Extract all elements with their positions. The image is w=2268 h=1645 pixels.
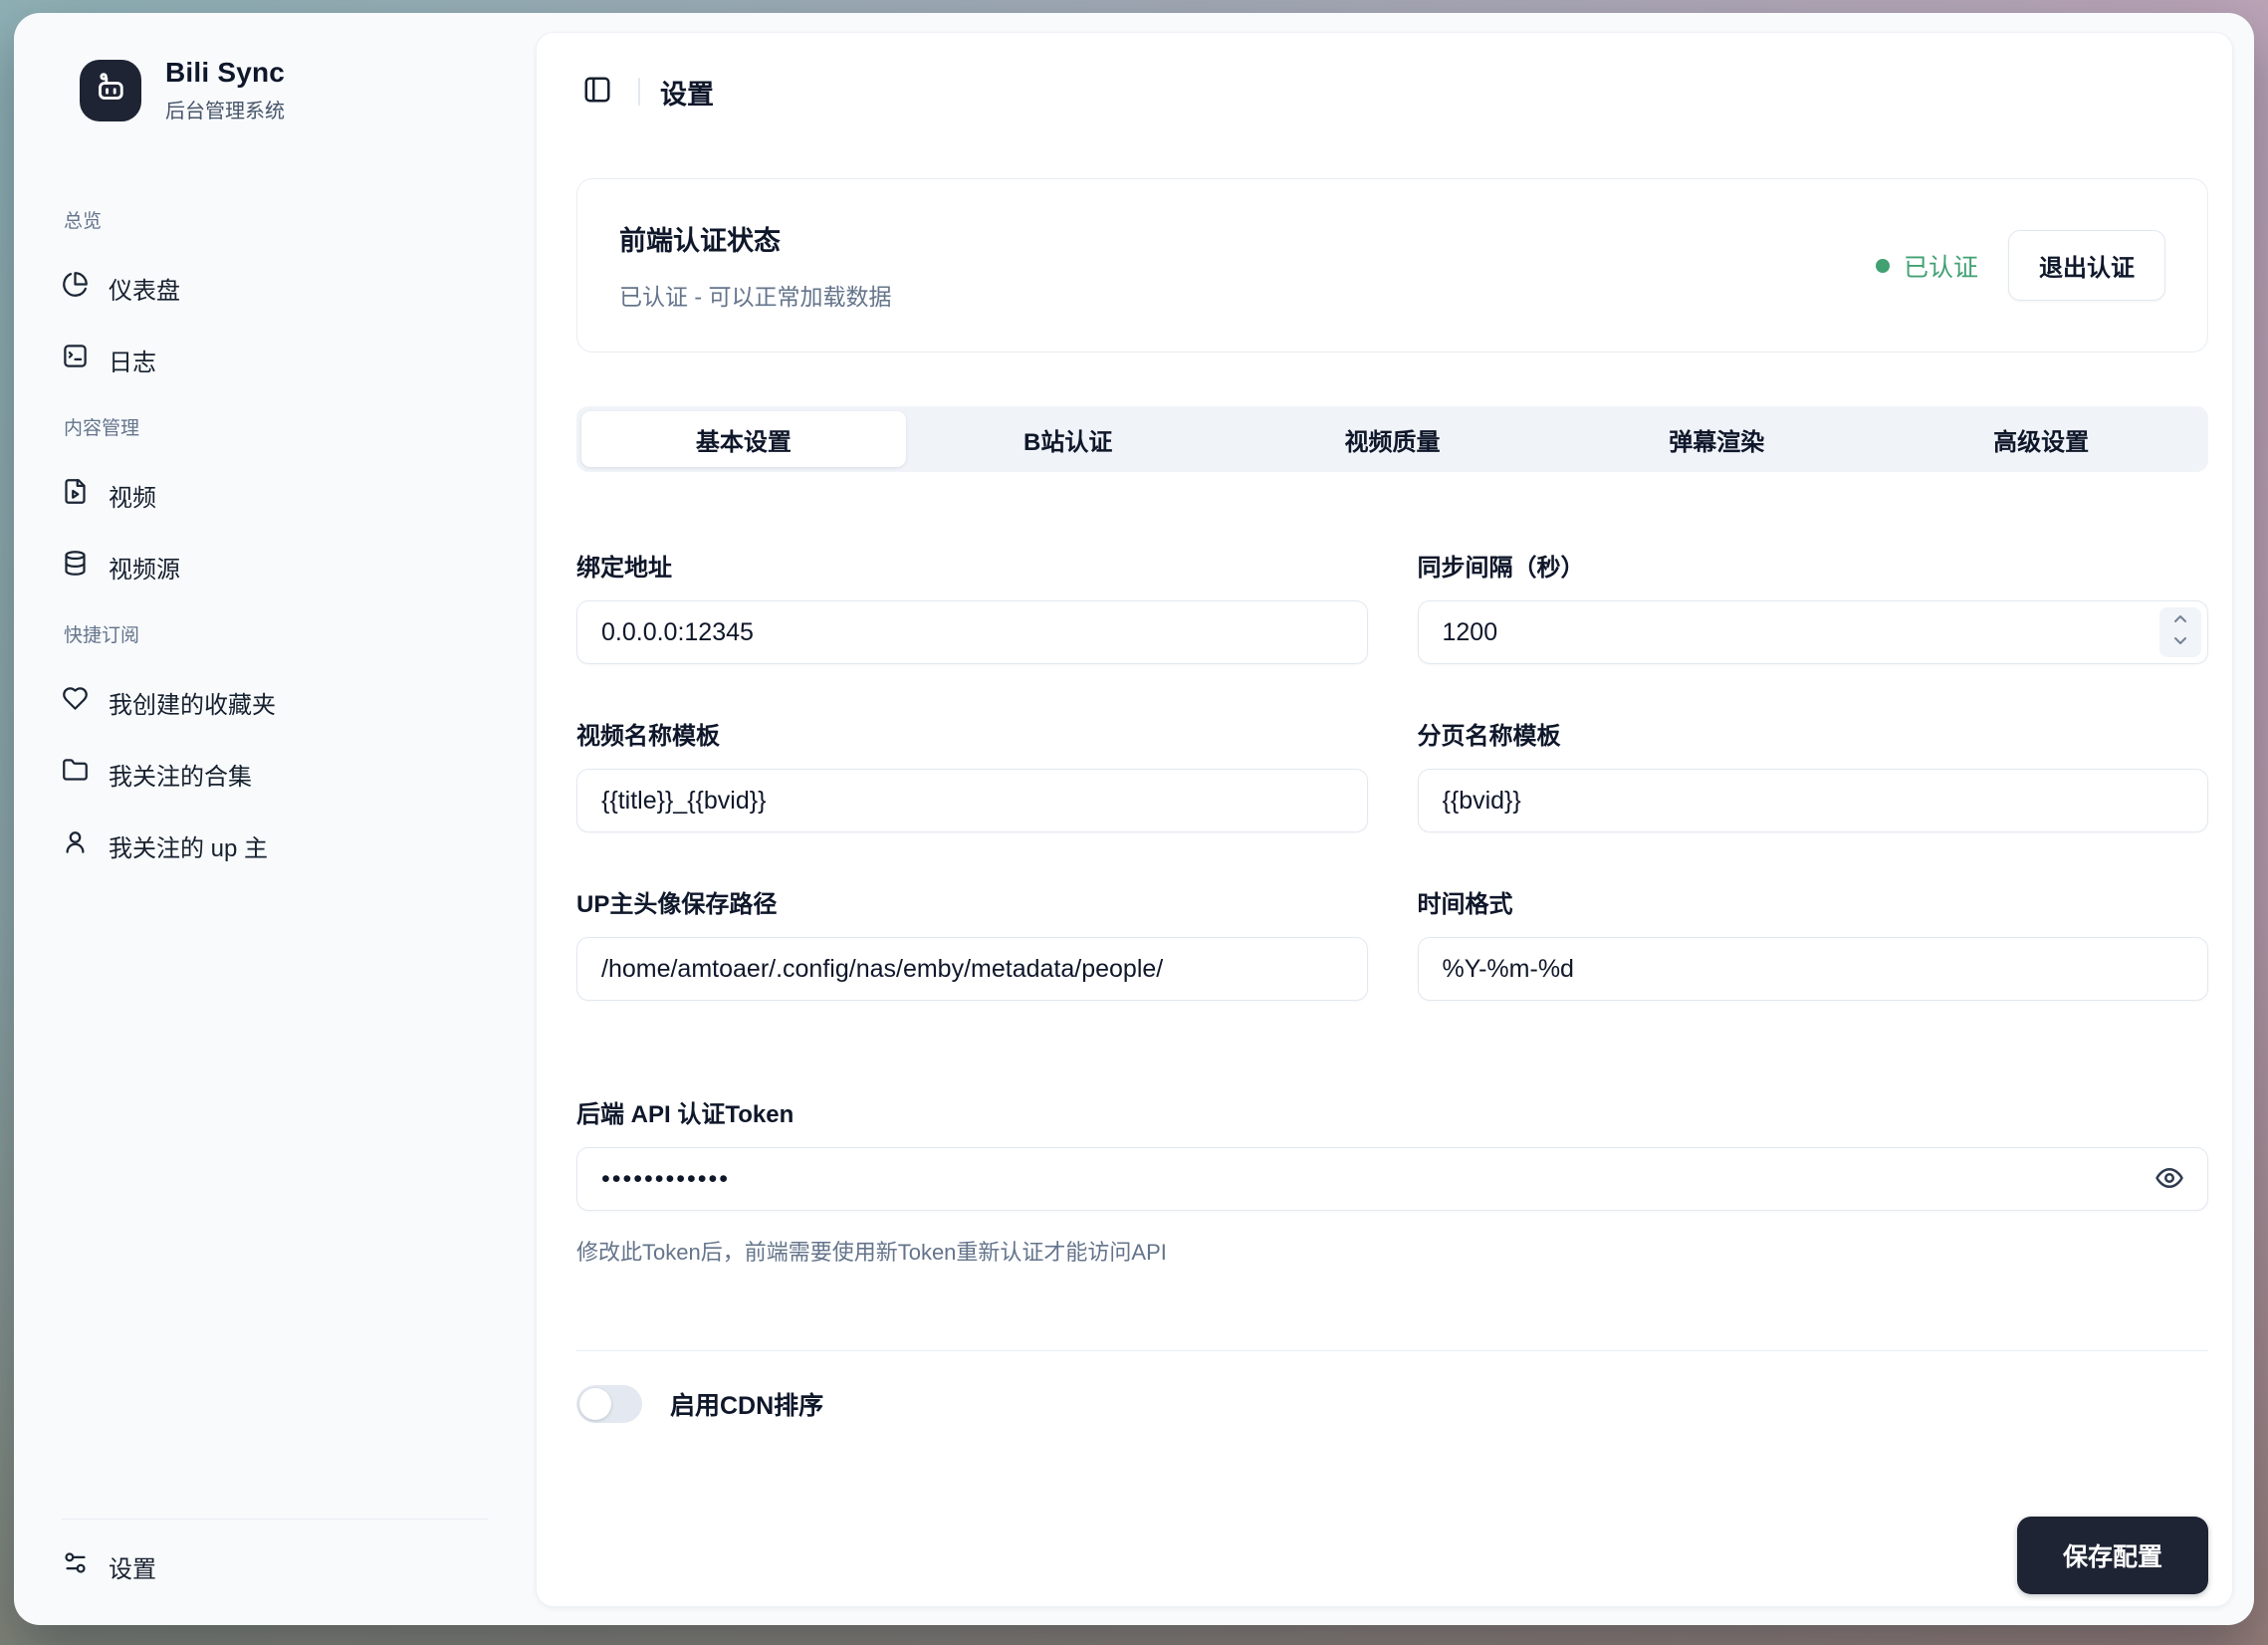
sidebar-item-label: 视频源 <box>109 550 180 585</box>
sidebar-item-label: 我关注的 up 主 <box>109 828 268 863</box>
main-card: 设置 前端认证状态 已认证 - 可以正常加载数据 已认证 退出认证 基本设置 B… <box>536 32 2233 1607</box>
api-token-label: 后端 API 认证Token <box>576 1094 2208 1129</box>
folder-icon <box>62 757 89 791</box>
save-config-button[interactable]: 保存配置 <box>2017 1517 2208 1594</box>
bot-logo <box>80 60 141 121</box>
page-header: 设置 <box>576 67 2208 117</box>
app-title-block: Bili Sync 后台管理系统 <box>165 57 285 123</box>
user-icon <box>62 828 89 862</box>
pie-chart-icon <box>62 271 89 305</box>
auth-text-block: 前端认证状态 已认证 - 可以正常加载数据 <box>619 219 891 312</box>
bind-address-label: 绑定地址 <box>576 548 1368 583</box>
sidebar-toggle-button[interactable] <box>576 71 618 113</box>
page-title: 设置 <box>660 73 714 112</box>
sidebar-divider <box>62 1519 488 1520</box>
toggle-token-visibility-button[interactable] <box>2155 1147 2184 1211</box>
field-page-name-template: 分页名称模板 <box>1418 716 2209 832</box>
sidebar-item-label: 视频 <box>109 478 156 513</box>
upper-path-input[interactable] <box>576 937 1368 1001</box>
heart-icon <box>62 685 89 719</box>
tab-danmaku-render[interactable]: 弹幕渲染 <box>1554 411 1879 467</box>
logout-auth-button[interactable]: 退出认证 <box>2008 230 2165 301</box>
sync-interval-label: 同步间隔（秒） <box>1418 548 2209 583</box>
cdn-toggle-label: 启用CDN排序 <box>670 1386 823 1422</box>
auth-badge-label: 已认证 <box>1904 248 1978 284</box>
sidebar-item-uppers[interactable]: 我关注的 up 主 <box>42 817 508 874</box>
bot-icon <box>93 70 128 111</box>
nav-section-content: 内容管理 视频 <box>42 414 508 595</box>
auth-card-subtitle: 已认证 - 可以正常加载数据 <box>619 278 891 312</box>
database-icon <box>62 550 89 584</box>
field-upper-path: UP主头像保存路径 <box>576 884 1368 1001</box>
sidebar-item-label: 仪表盘 <box>109 271 180 306</box>
panel-left-icon <box>582 75 612 110</box>
sidebar-item-label: 我关注的合集 <box>109 757 252 792</box>
app-logo: Bili Sync 后台管理系统 <box>14 57 536 123</box>
app-window: Bili Sync 后台管理系统 总览 仪表盘 <box>14 13 2254 1625</box>
settings-icon <box>62 1549 89 1583</box>
app-name: Bili Sync <box>165 57 285 89</box>
tab-video-quality[interactable]: 视频质量 <box>1231 411 1555 467</box>
section-divider <box>576 1350 2208 1351</box>
sidebar-footer: 设置 <box>14 1519 536 1595</box>
section-label: 总览 <box>42 207 508 237</box>
app-subtitle: 后台管理系统 <box>165 95 285 123</box>
video-name-template-label: 视频名称模板 <box>576 716 1368 751</box>
sidebar-item-dashboard[interactable]: 仪表盘 <box>42 259 508 317</box>
section-label: 内容管理 <box>42 414 508 444</box>
eye-icon <box>2155 1163 2184 1196</box>
save-row: 保存配置 <box>576 1517 2208 1607</box>
sidebar-item-label: 设置 <box>109 1549 156 1584</box>
tab-basic-settings[interactable]: 基本设置 <box>581 411 906 467</box>
section-label: 快捷订阅 <box>42 621 508 651</box>
auth-actions: 已认证 退出认证 <box>1876 230 2165 301</box>
terminal-icon <box>62 343 89 376</box>
token-section: 后端 API 认证Token 修改此Token后，前端需要使用新Token重新认… <box>576 1094 2208 1267</box>
field-sync-interval: 同步间隔（秒） <box>1418 548 2209 664</box>
number-stepper[interactable] <box>2159 607 2201 657</box>
sidebar: Bili Sync 后台管理系统 总览 仪表盘 <box>14 13 536 1625</box>
sidebar-item-logs[interactable]: 日志 <box>42 331 508 388</box>
time-format-input[interactable] <box>1418 937 2209 1001</box>
field-bind-address: 绑定地址 <box>576 548 1368 664</box>
token-help-text: 修改此Token后，前端需要使用新Token重新认证才能访问API <box>576 1235 2208 1267</box>
time-format-label: 时间格式 <box>1418 884 2209 919</box>
sidebar-item-collections[interactable]: 我关注的合集 <box>42 745 508 803</box>
sidebar-item-favorites[interactable]: 我创建的收藏夹 <box>42 673 508 731</box>
nav-section-subscriptions: 快捷订阅 我创建的收藏夹 我关注的合集 <box>42 621 508 874</box>
sidebar-nav: 总览 仪表盘 <box>14 207 536 1519</box>
sidebar-item-video-sources[interactable]: 视频源 <box>42 538 508 595</box>
auth-card-title: 前端认证状态 <box>619 219 891 258</box>
field-time-format: 时间格式 <box>1418 884 2209 1001</box>
sync-interval-input[interactable] <box>1418 600 2209 664</box>
nav-section-overview: 总览 仪表盘 <box>42 207 508 388</box>
cdn-sort-toggle[interactable] <box>576 1385 642 1423</box>
tab-bilibili-auth[interactable]: B站认证 <box>906 411 1231 467</box>
api-token-input[interactable] <box>576 1147 2208 1211</box>
sidebar-item-label: 日志 <box>109 343 156 377</box>
sidebar-item-settings[interactable]: 设置 <box>42 1537 508 1595</box>
upper-path-label: UP主头像保存路径 <box>576 884 1368 919</box>
toggle-thumb <box>579 1388 611 1420</box>
field-video-name-template: 视频名称模板 <box>576 716 1368 832</box>
page-name-template-label: 分页名称模板 <box>1418 716 2209 751</box>
page-name-template-input[interactable] <box>1418 769 2209 832</box>
file-play-icon <box>62 478 89 512</box>
chevron-up-icon[interactable] <box>2171 612 2189 631</box>
sidebar-item-videos[interactable]: 视频 <box>42 466 508 524</box>
chevron-down-icon[interactable] <box>2171 633 2189 652</box>
status-dot-icon <box>1876 259 1890 273</box>
auth-status-card: 前端认证状态 已认证 - 可以正常加载数据 已认证 退出认证 <box>576 178 2208 352</box>
sidebar-item-label: 我创建的收藏夹 <box>109 685 276 720</box>
main-area: 设置 前端认证状态 已认证 - 可以正常加载数据 已认证 退出认证 基本设置 B… <box>536 13 2254 1625</box>
video-name-template-input[interactable] <box>576 769 1368 832</box>
cdn-toggle-row: 启用CDN排序 <box>576 1385 2208 1423</box>
bind-address-input[interactable] <box>576 600 1368 664</box>
header-divider <box>638 78 640 106</box>
settings-form: 绑定地址 同步间隔（秒） <box>576 548 2208 1001</box>
auth-status-badge: 已认证 <box>1876 248 1978 284</box>
settings-tabs: 基本设置 B站认证 视频质量 弹幕渲染 高级设置 <box>576 406 2208 472</box>
tab-advanced-settings[interactable]: 高级设置 <box>1879 411 2203 467</box>
